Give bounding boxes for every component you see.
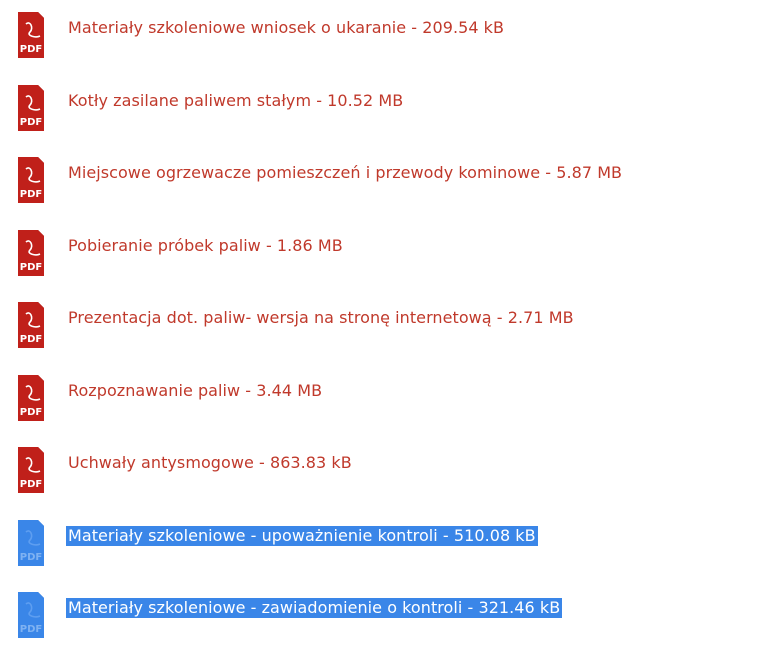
pdf-icon-label: PDF <box>20 479 42 490</box>
pdf-file-icon[interactable]: PDF <box>8 371 48 427</box>
pdf-file-icon[interactable]: PDF <box>8 516 48 572</box>
file-link[interactable]: Pobieranie próbek paliw - 1.86 MB <box>68 236 343 256</box>
file-item: PDF Materiały szkoleniowe wniosek o ukar… <box>0 8 759 64</box>
pdf-icon-label: PDF <box>20 407 42 418</box>
pdf-icon-label: PDF <box>20 334 42 345</box>
file-link[interactable]: Prezentacja dot. paliw- wersja na stronę… <box>68 308 574 328</box>
file-item: PDF Materiały szkoleniowe - upoważnienie… <box>0 516 759 572</box>
file-link[interactable]: Materiały szkoleniowe - upoważnienie kon… <box>66 525 538 546</box>
pdf-file-icon[interactable]: PDF <box>8 443 48 499</box>
pdf-icon-label: PDF <box>20 117 42 128</box>
pdf-icon-label: PDF <box>20 44 42 55</box>
file-item: PDF Prezentacja dot. paliw- wersja na st… <box>0 298 759 354</box>
file-link[interactable]: Materiały szkoleniowe wniosek o ukaranie… <box>68 18 504 38</box>
pdf-icon-label: PDF <box>20 624 42 635</box>
file-link[interactable]: Miejscowe ogrzewacze pomieszczeń i przew… <box>68 163 622 183</box>
file-item: PDF Uchwały antysmogowe - 863.83 kB <box>0 443 759 499</box>
file-item: PDF Materiały szkoleniowe - zawiadomieni… <box>0 588 759 644</box>
file-item: PDF Miejscowe ogrzewacze pomieszczeń i p… <box>0 153 759 209</box>
pdf-icon-label: PDF <box>20 552 42 563</box>
pdf-file-icon[interactable]: PDF <box>8 298 48 354</box>
file-link[interactable]: Kotły zasilane paliwem stałym - 10.52 MB <box>68 91 403 111</box>
file-item: PDF Kotły zasilane paliwem stałym - 10.5… <box>0 81 759 137</box>
pdf-file-icon[interactable]: PDF <box>8 8 48 64</box>
file-link[interactable]: Materiały szkoleniowe - zawiadomienie o … <box>66 598 563 618</box>
file-list: PDF Materiały szkoleniowe wniosek o ukar… <box>0 0 759 645</box>
file-link[interactable]: Rozpoznawanie paliw - 3.44 MB <box>68 381 322 401</box>
pdf-file-icon[interactable]: PDF <box>8 81 48 137</box>
pdf-file-icon[interactable]: PDF <box>8 226 48 282</box>
pdf-file-icon[interactable]: PDF <box>8 588 48 644</box>
file-item: PDF Pobieranie próbek paliw - 1.86 MB <box>0 226 759 282</box>
pdf-file-icon[interactable]: PDF <box>8 153 48 209</box>
file-item: PDF Rozpoznawanie paliw - 3.44 MB <box>0 371 759 427</box>
file-link[interactable]: Uchwały antysmogowe - 863.83 kB <box>68 453 352 473</box>
pdf-icon-label: PDF <box>20 189 42 200</box>
pdf-icon-label: PDF <box>20 262 42 273</box>
